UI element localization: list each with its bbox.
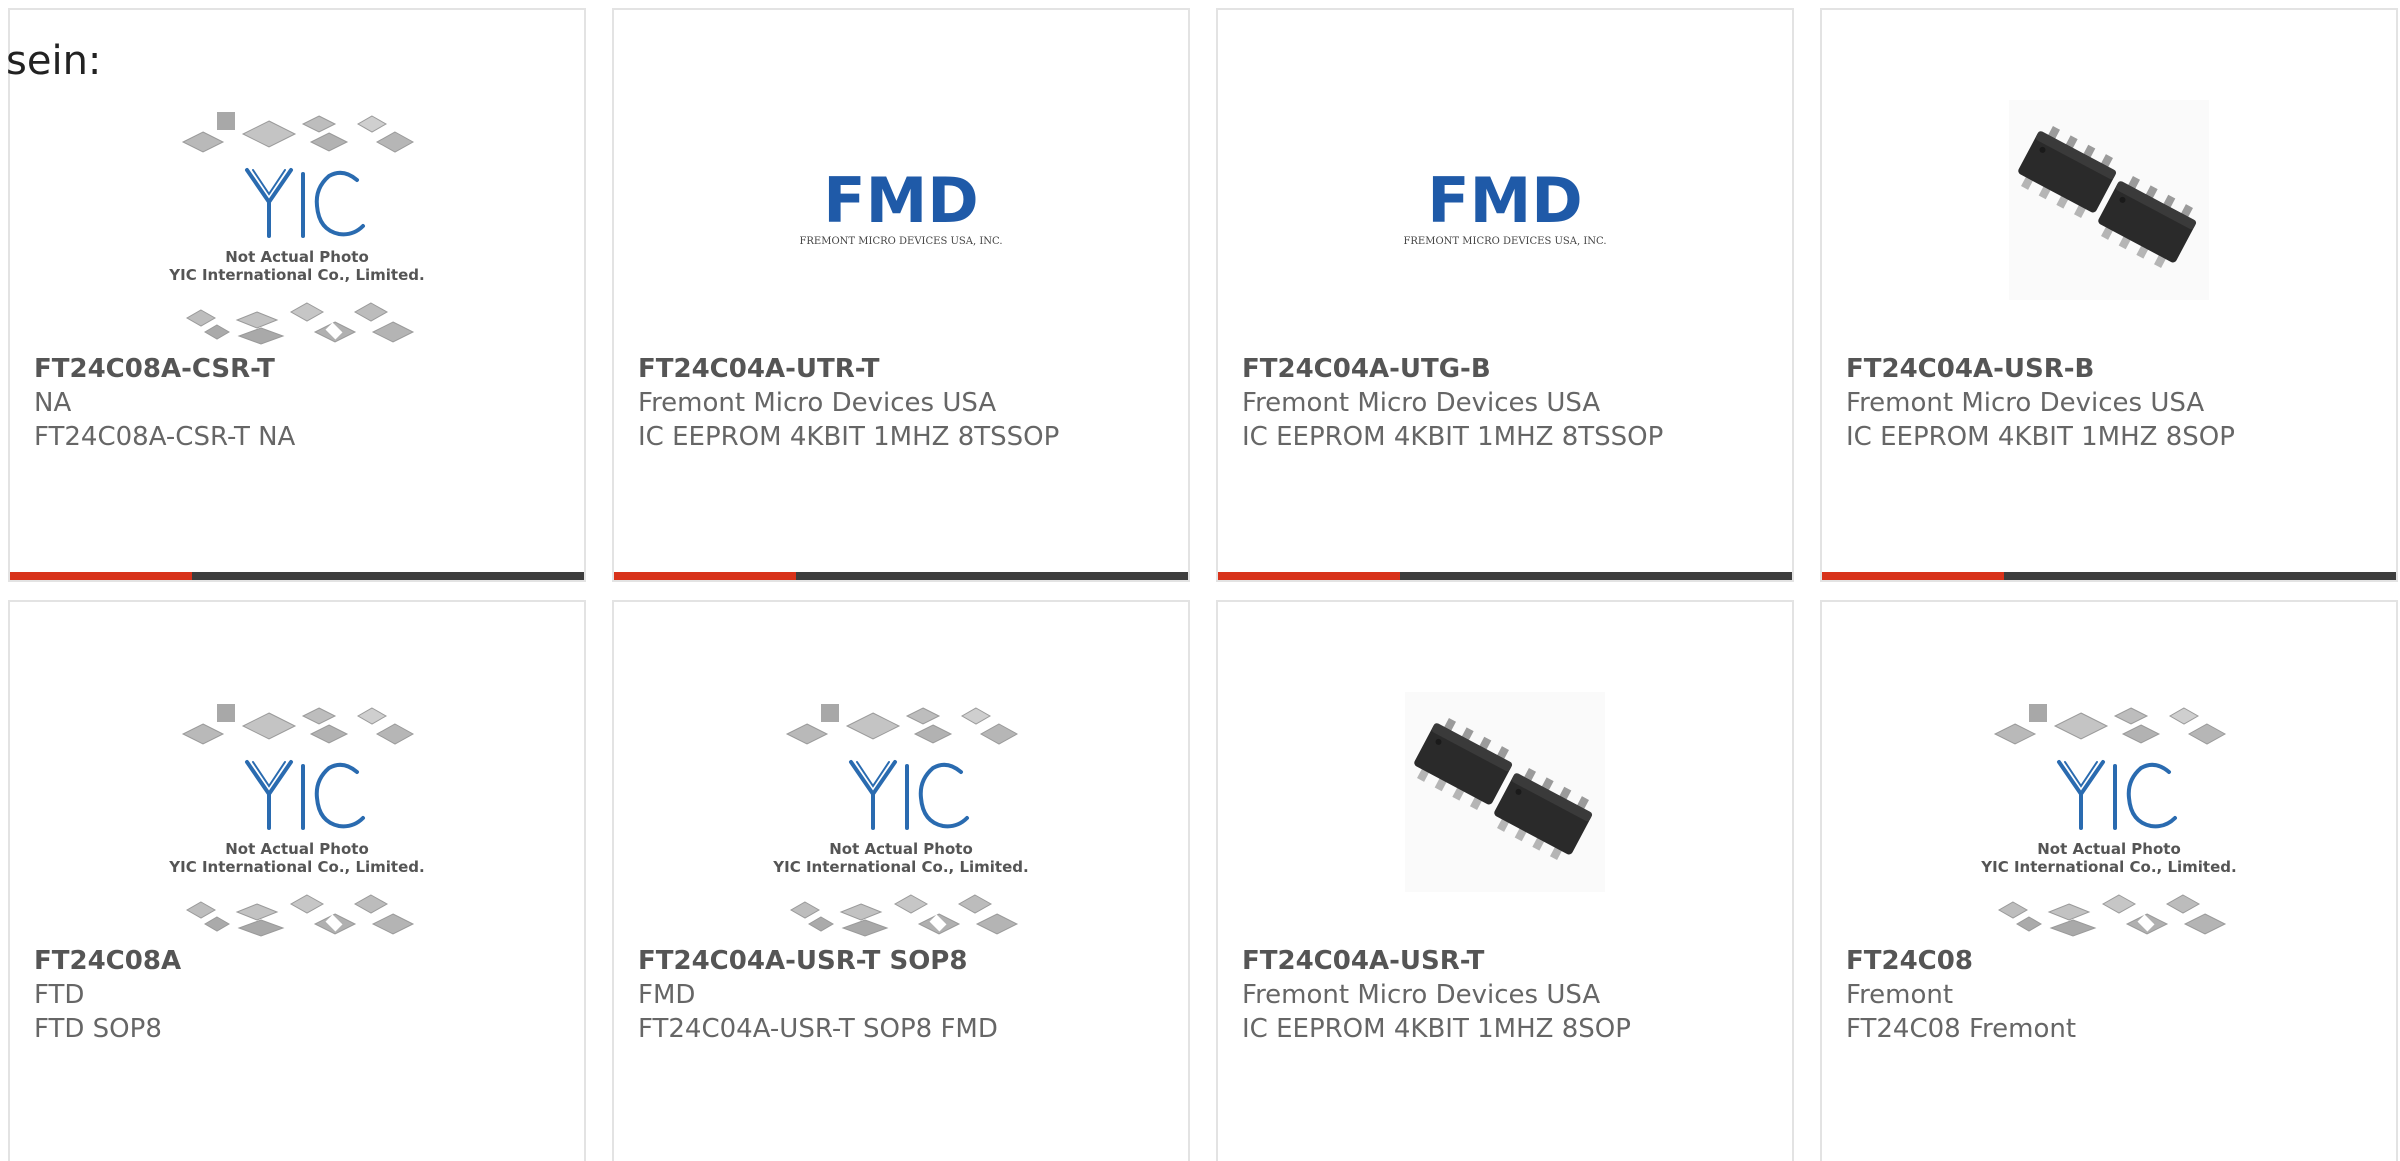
- product-description: FT24C04A-USR-T SOP8 FMD: [638, 1014, 998, 1044]
- product-image[interactable]: [1365, 672, 1645, 942]
- not-actual-photo-image: Not Actual PhotoYIC International Co., L…: [168, 704, 425, 937]
- fmd-logo-tagline: FREMONT MICRO DEVICES USA, INC.: [799, 236, 1002, 247]
- product-part-number[interactable]: FT24C08A: [34, 944, 574, 978]
- ic-packages-bottom: [789, 894, 1019, 937]
- yic-logo: [849, 760, 969, 830]
- product-info: FT24C04A-UTG-B Fremont Micro Devices USA…: [1242, 352, 1782, 454]
- photo-caption-line1: Not Actual Photo: [225, 840, 369, 858]
- photo-caption-line1: Not Actual Photo: [225, 248, 369, 266]
- product-image[interactable]: Not Actual Photo YIC International Co., L…: [1969, 672, 2249, 942]
- product-info: FT24C04A-USR-T SOP8 FMD FT24C04A-USR-T S…: [638, 944, 1178, 1046]
- ic-packages-top: [1993, 704, 2227, 745]
- intro-text: sein:: [6, 38, 102, 84]
- photo-caption-line2: YIC International Co., Limited.: [168, 858, 424, 876]
- product-manufacturer: Fremont Micro Devices USA: [1242, 388, 1601, 418]
- product-card[interactable]: FT24C04A-USR-B Fremont Micro Devices USA…: [1820, 8, 2398, 582]
- fmd-logo-mark: FMD: [1427, 164, 1583, 237]
- product-manufacturer: NA: [34, 388, 72, 418]
- product-card[interactable]: Not Actual Photo YIC International Co., L…: [8, 8, 586, 582]
- fmd-logo-tagline: FREMONT MICRO DEVICES USA, INC.: [1403, 236, 1606, 247]
- product-manufacturer: Fremont Micro Devices USA: [1846, 388, 2205, 418]
- product-image[interactable]: Not Actual Photo YIC International Co., L…: [157, 80, 437, 350]
- product-image[interactable]: FMD FREMONT MICRO DEVICES USA, INC.: [761, 80, 1041, 350]
- product-part-number[interactable]: FT24C04A-USR-T SOP8: [638, 944, 1178, 978]
- ic-packages-bottom: [1997, 894, 2227, 937]
- product-info: FT24C04A-UTR-T Fremont Micro Devices USA…: [638, 352, 1178, 454]
- ic-packages-bottom: [185, 894, 415, 937]
- photo-caption-line2: YIC International Co., Limited.: [1980, 858, 2236, 876]
- not-actual-photo-image: Not Actual PhotoYIC International Co., L…: [168, 112, 425, 345]
- card-accent-bar: [10, 572, 192, 580]
- product-card[interactable]: Not Actual Photo YIC International Co., L…: [8, 600, 586, 1161]
- not-actual-photo-image: Not Actual PhotoYIC International Co., L…: [772, 704, 1029, 937]
- fmd-logo-image: FMDFREMONT MICRO DEVICES USA, INC.: [799, 164, 1002, 247]
- card-accent-bar: [614, 572, 796, 580]
- product-part-number[interactable]: FT24C08A-CSR-T: [34, 352, 574, 386]
- card-bottom-bar: [10, 572, 584, 580]
- ic-packages-bottom: [185, 302, 415, 345]
- product-description: IC EEPROM 4KBIT 1MHZ 8SOP: [1242, 1014, 1631, 1044]
- product-image[interactable]: Not Actual Photo YIC International Co., L…: [157, 672, 437, 942]
- ic-packages-top: [181, 112, 415, 153]
- product-part-number[interactable]: FT24C04A-USR-T: [1242, 944, 1782, 978]
- product-manufacturer: Fremont: [1846, 980, 1954, 1010]
- yic-logo: [2057, 760, 2177, 830]
- product-info: FT24C04A-USR-T Fremont Micro Devices USA…: [1242, 944, 1782, 1046]
- product-description: IC EEPROM 4KBIT 1MHZ 8TSSOP: [1242, 422, 1664, 452]
- product-description: FT24C08 Fremont: [1846, 1014, 2077, 1044]
- product-description: FTD SOP8: [34, 1014, 162, 1044]
- product-image[interactable]: Not Actual Photo YIC International Co., L…: [761, 672, 1041, 942]
- product-card[interactable]: Not Actual Photo YIC International Co., L…: [1820, 600, 2398, 1161]
- card-bottom-bar: [1822, 572, 2396, 580]
- sop8-chips-image: [1405, 692, 1605, 892]
- product-part-number[interactable]: FT24C04A-USR-B: [1846, 352, 2386, 386]
- product-card[interactable]: FT24C04A-USR-T Fremont Micro Devices USA…: [1216, 600, 1794, 1161]
- not-actual-photo-image: Not Actual PhotoYIC International Co., L…: [1980, 704, 2237, 937]
- ic-packages-top: [785, 704, 1019, 745]
- photo-caption-line1: Not Actual Photo: [2037, 840, 2181, 858]
- photo-caption-line1: Not Actual Photo: [829, 840, 973, 858]
- card-bottom-bar: [1218, 572, 1792, 580]
- yic-logo: [245, 760, 365, 830]
- product-manufacturer: FMD: [638, 980, 696, 1010]
- product-info: FT24C08A FTD FTD SOP8: [34, 944, 574, 1046]
- ic-packages-top: [181, 704, 415, 745]
- card-accent-bar: [1218, 572, 1400, 580]
- product-results-page: sein: Not Actual Photo YIC International …: [0, 0, 2400, 1161]
- product-manufacturer: FTD: [34, 980, 85, 1010]
- product-info: FT24C08A-CSR-T NA FT24C08A-CSR-T NA: [34, 352, 574, 454]
- yic-logo: [245, 168, 365, 238]
- product-info: FT24C04A-USR-B Fremont Micro Devices USA…: [1846, 352, 2386, 454]
- product-image[interactable]: FMD FREMONT MICRO DEVICES USA, INC.: [1365, 80, 1645, 350]
- sop8-chips-image: [2009, 100, 2209, 300]
- product-part-number[interactable]: FT24C08: [1846, 944, 2386, 978]
- product-part-number[interactable]: FT24C04A-UTG-B: [1242, 352, 1782, 386]
- fmd-logo-mark: FMD: [823, 164, 979, 237]
- product-description: IC EEPROM 4KBIT 1MHZ 8TSSOP: [638, 422, 1060, 452]
- product-grid: Not Actual Photo YIC International Co., L…: [8, 8, 2398, 1161]
- photo-caption-line2: YIC International Co., Limited.: [772, 858, 1028, 876]
- card-bottom-bar: [614, 572, 1188, 580]
- fmd-logo-image: FMDFREMONT MICRO DEVICES USA, INC.: [1403, 164, 1606, 247]
- product-card[interactable]: Not Actual Photo YIC International Co., L…: [612, 600, 1190, 1161]
- product-part-number[interactable]: FT24C04A-UTR-T: [638, 352, 1178, 386]
- product-info: FT24C08 Fremont FT24C08 Fremont: [1846, 944, 2386, 1046]
- product-description: FT24C08A-CSR-T NA: [34, 422, 296, 452]
- card-accent-bar: [1822, 572, 2004, 580]
- product-manufacturer: Fremont Micro Devices USA: [638, 388, 997, 418]
- product-card[interactable]: FMD FREMONT MICRO DEVICES USA, INC. FT24C…: [1216, 8, 1794, 582]
- product-manufacturer: Fremont Micro Devices USA: [1242, 980, 1601, 1010]
- product-image[interactable]: [1969, 80, 2249, 350]
- photo-caption-line2: YIC International Co., Limited.: [168, 266, 424, 284]
- product-card[interactable]: FMD FREMONT MICRO DEVICES USA, INC. FT24C…: [612, 8, 1190, 582]
- product-description: IC EEPROM 4KBIT 1MHZ 8SOP: [1846, 422, 2235, 452]
